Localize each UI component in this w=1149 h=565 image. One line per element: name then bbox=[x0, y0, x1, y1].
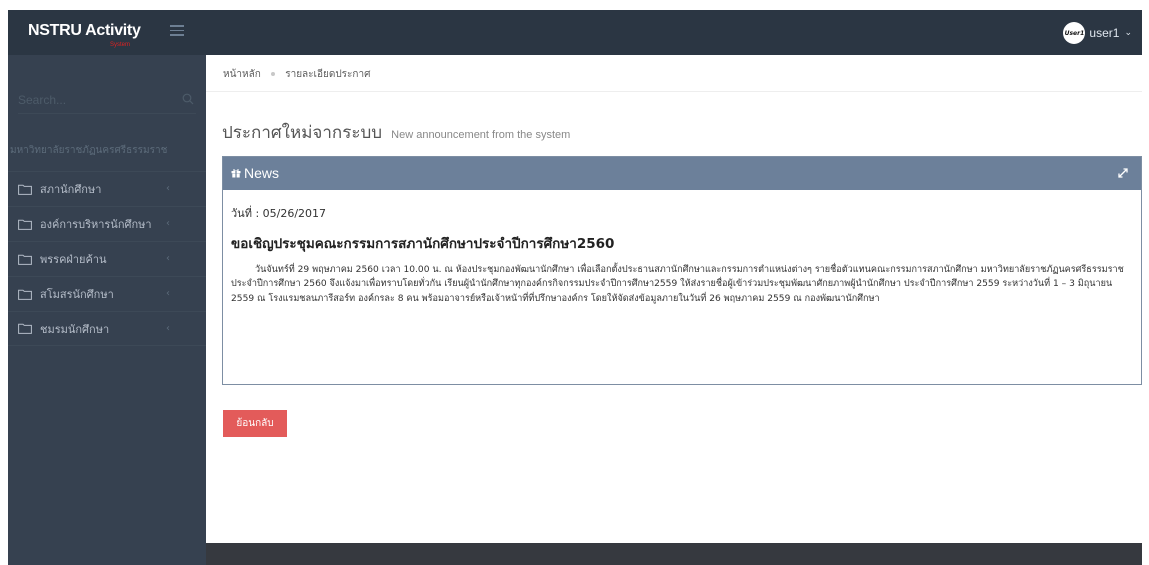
sidebar-section-title: มหาวิทยาลัยราชภัฏนครศรีธรรมราช bbox=[10, 145, 168, 156]
news-date: วันที่ : 05/26/2017 bbox=[231, 207, 327, 220]
sidebar-item-label: พรรคฝ่ายค้าน bbox=[40, 253, 107, 266]
app-logo-subtitle: System bbox=[110, 42, 131, 48]
folder-icon bbox=[18, 323, 32, 334]
app-frame: NSTRU Activity System User1 user1 ⌄ มหาว… bbox=[8, 10, 1142, 565]
divider bbox=[206, 91, 1142, 92]
user-menu[interactable]: User1 user1 ⌄ bbox=[1063, 21, 1132, 45]
news-headline: ขอเชิญประชุมคณะกรรมการสภานักศึกษาประจำปี… bbox=[231, 236, 615, 252]
breadcrumb-separator bbox=[271, 72, 276, 76]
sidebar-item-label: สโมสรนักศึกษา bbox=[40, 288, 114, 301]
sidebar-item-label: ชมรมนักศึกษา bbox=[40, 322, 110, 336]
logo-area: NSTRU Activity System bbox=[8, 10, 206, 55]
sidebar-toggle-icon[interactable] bbox=[170, 25, 184, 36]
breadcrumb: หน้าหลัก รายละเอียดประกาศ bbox=[223, 67, 370, 82]
fullscreen-icon[interactable] bbox=[1118, 168, 1128, 178]
portlet-title: News bbox=[244, 165, 280, 181]
search-input[interactable] bbox=[18, 88, 168, 112]
chevron-down-icon[interactable]: ⌄ bbox=[1124, 28, 1132, 38]
folder-icon bbox=[18, 254, 32, 265]
sidebar-item-student-council[interactable]: สภานักศึกษา ‹ bbox=[8, 171, 206, 206]
sidebar-search bbox=[18, 88, 196, 114]
back-button[interactable]: ย้อนกลับ bbox=[223, 410, 287, 437]
folder-icon bbox=[18, 184, 32, 195]
chevron-left-icon: ‹ bbox=[166, 253, 170, 264]
sidebar-item-student-societies[interactable]: ชมรมนักศึกษา ‹ bbox=[8, 311, 206, 346]
sidebar-item-student-club[interactable]: สโมสรนักศึกษา ‹ bbox=[8, 276, 206, 311]
breadcrumb-home-link[interactable]: หน้าหลัก bbox=[223, 69, 261, 80]
gift-icon bbox=[231, 169, 241, 178]
sidebar-nav: สภานักศึกษา ‹ องค์การบริหารนักศึกษา ‹ พร… bbox=[8, 171, 206, 346]
page-title-main: ประกาศใหม่จากระบบ bbox=[222, 123, 383, 143]
page-title-subtitle: New announcement from the system bbox=[391, 129, 571, 141]
folder-icon bbox=[18, 289, 32, 300]
main-content: หน้าหลัก รายละเอียดประกาศ ประกาศใหม่จากร… bbox=[206, 55, 1142, 543]
avatar[interactable]: User1 bbox=[1063, 22, 1086, 44]
sidebar-item-label: สภานักศึกษา bbox=[40, 183, 102, 196]
page-title: ประกาศใหม่จากระบบ New announcement from … bbox=[222, 119, 570, 146]
chevron-left-icon: ‹ bbox=[166, 183, 170, 194]
sidebar: มหาวิทยาลัยราชภัฏนครศรีธรรมราช สภานักศึก… bbox=[8, 55, 206, 565]
sidebar-item-opposition-party[interactable]: พรรคฝ่ายค้าน ‹ bbox=[8, 241, 206, 276]
chevron-left-icon: ‹ bbox=[166, 288, 170, 299]
sidebar-item-student-organization[interactable]: องค์การบริหารนักศึกษา ‹ bbox=[8, 206, 206, 241]
search-icon[interactable] bbox=[182, 93, 194, 105]
folder-icon bbox=[18, 219, 32, 230]
chevron-left-icon: ‹ bbox=[166, 323, 170, 334]
user-name[interactable]: user1 bbox=[1089, 26, 1119, 40]
portlet-header: News bbox=[223, 157, 1141, 190]
breadcrumb-current: รายละเอียดประกาศ bbox=[285, 69, 371, 80]
app-logo[interactable]: NSTRU Activity bbox=[28, 22, 141, 40]
news-portlet: News วันที่ : 05/26/2017 ขอเชิญประชุมคณะ… bbox=[222, 156, 1142, 385]
top-navbar: NSTRU Activity System User1 user1 ⌄ bbox=[8, 10, 1142, 55]
sidebar-item-label: องค์การบริหารนักศึกษา bbox=[40, 218, 152, 231]
footer-bar bbox=[206, 543, 1142, 565]
news-body: วันจันทร์ที่ 29 พฤษภาคม 2560 เวลา 10.00 … bbox=[231, 265, 1124, 304]
chevron-left-icon: ‹ bbox=[166, 218, 170, 229]
